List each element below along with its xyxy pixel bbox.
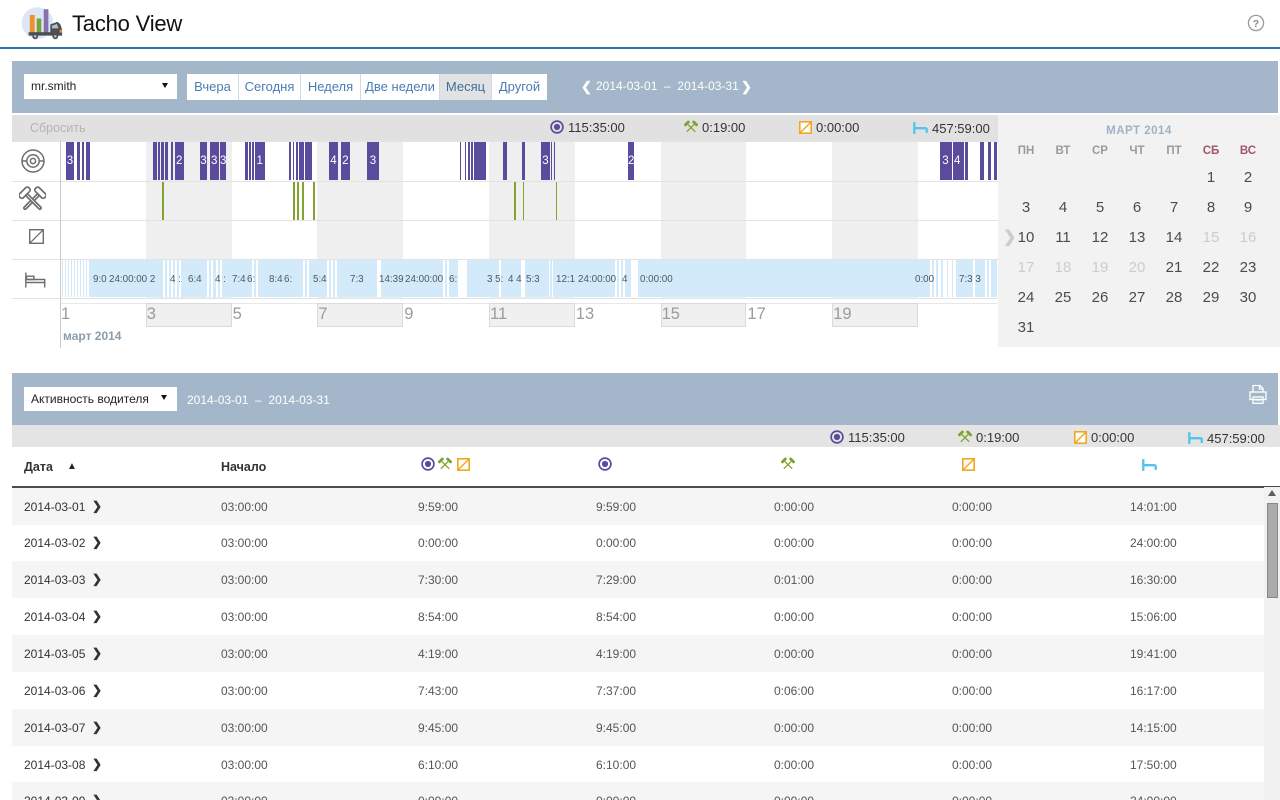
svg-text:?: ?: [1253, 18, 1259, 30]
